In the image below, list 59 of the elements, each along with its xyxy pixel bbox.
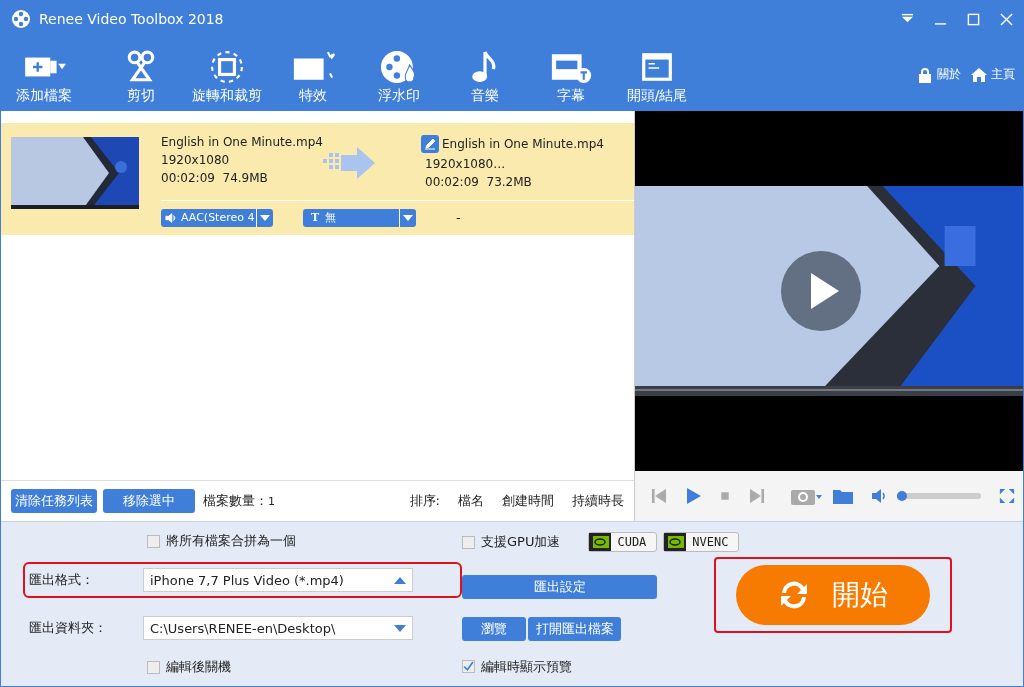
open-output-button[interactable]: 打開匯出檔案 xyxy=(528,616,621,641)
volume-slider[interactable] xyxy=(897,493,981,499)
duration-size-text: 00:02:09 74.9MB xyxy=(161,171,269,185)
browse-button[interactable]: 瀏覽 xyxy=(462,616,526,641)
folder-label: 匯出資料夾： xyxy=(29,619,108,637)
gpu-checkbox[interactable]: 支援GPU加速 xyxy=(462,533,561,551)
format-label: 匯出格式： xyxy=(29,571,95,589)
preview-checkbox[interactable]: 編輯時顯示預覽 xyxy=(462,658,662,676)
sort-option[interactable]: 檔名 xyxy=(458,492,484,510)
gpu-badge: NVENC xyxy=(663,532,740,552)
clear-list-button[interactable]: 清除任務列表 xyxy=(11,489,97,513)
remove-selected-button[interactable]: 移除選中 xyxy=(103,489,195,513)
subtitle-dropdown[interactable]: T 無 xyxy=(303,208,416,227)
gpu-badge: CUDA xyxy=(588,532,658,552)
resolution-text: 1920x1080 xyxy=(161,153,231,167)
window-title: Renee Video Toolbox 2018 xyxy=(39,11,224,27)
speaker-icon xyxy=(165,211,177,224)
caret-icon xyxy=(394,624,406,632)
export-settings-button[interactable]: 匯出設定 xyxy=(462,575,657,600)
lock-icon xyxy=(917,66,933,83)
merge-checkbox[interactable]: 將所有檔案合拼為一個 xyxy=(147,532,462,550)
stop-icon[interactable] xyxy=(719,490,731,502)
next-icon[interactable] xyxy=(749,488,765,504)
fullscreen-icon[interactable] xyxy=(999,488,1015,504)
file-name: English in One Minute.mp4 xyxy=(161,135,321,149)
play-icon[interactable] xyxy=(685,488,701,504)
folder-dropdown[interactable]: C:\Users\RENEE-en\Desktop\ xyxy=(143,616,413,640)
audio-track-dropdown[interactable]: AAC(Stereo 4 xyxy=(161,208,273,227)
maximize-icon[interactable] xyxy=(967,12,980,26)
volume-icon[interactable] xyxy=(871,488,887,504)
toolbar-link[interactable]: 主頁 xyxy=(971,66,1015,83)
caret-icon xyxy=(260,214,270,221)
check-icon xyxy=(463,661,474,673)
start-button[interactable]: 開始 xyxy=(735,565,930,625)
resolution-text: 1920x1080… xyxy=(425,157,507,171)
caret-icon xyxy=(394,576,406,584)
previous-icon[interactable] xyxy=(651,488,667,504)
task-row[interactable]: English in One Minute.mp4 1920x1080 00:02:09 74.9MB English in One Minute.mp4 1920x1080… 00:02:09 73.2MB AAC(Stereo 4 T 無 - xyxy=(1,123,634,235)
home-icon xyxy=(971,66,987,83)
film-reel-icon xyxy=(11,9,31,29)
convert-arrow-icon xyxy=(321,147,377,179)
sort-label: 排序: xyxy=(409,492,440,510)
output-file-name: English in One Minute.mp4 xyxy=(442,137,604,151)
file-count: 1 xyxy=(268,494,275,508)
format-dropdown[interactable]: iPhone 7,7 Plus Video (*.mp4) xyxy=(143,568,413,592)
toolbar-link[interactable]: 關於 xyxy=(917,66,961,83)
shutdown-checkbox[interactable]: 編輯後關機 xyxy=(147,658,462,676)
sort-option[interactable]: 持續時長 xyxy=(572,492,624,510)
camera-icon[interactable] xyxy=(789,487,825,505)
edit-icon[interactable] xyxy=(421,135,439,153)
sort-option[interactable]: 創建時間 xyxy=(502,492,554,510)
toolbar-button[interactable]: 添加檔案 xyxy=(9,50,79,105)
close-icon[interactable] xyxy=(1000,12,1013,26)
play-button[interactable] xyxy=(781,251,861,331)
folder-icon[interactable] xyxy=(833,488,853,504)
extra-text: - xyxy=(456,210,461,226)
file-count-label: 檔案數量： xyxy=(203,492,268,510)
duration-size-text: 00:02:09 73.2MB xyxy=(425,175,533,189)
caret-icon xyxy=(403,214,413,221)
